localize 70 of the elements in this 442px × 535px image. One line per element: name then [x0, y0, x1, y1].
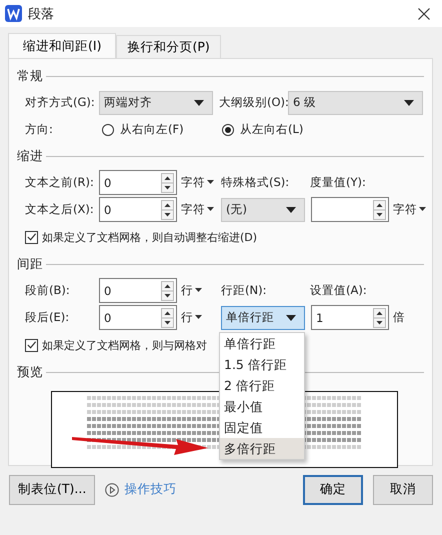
- unit-label: 倍: [392, 310, 406, 325]
- close-icon[interactable]: [418, 8, 430, 20]
- caret-icon: [207, 180, 214, 185]
- tab[interactable]: 缩进和间距(I): [8, 33, 116, 58]
- number-field[interactable]: [311, 197, 389, 222]
- field-label: 度量值(Y):: [310, 175, 366, 190]
- spinner-arrows-icon[interactable]: [161, 200, 174, 220]
- radio-button[interactable]: [102, 124, 114, 136]
- ok-button[interactable]: 确定: [303, 474, 363, 504]
- field-label: 段前(B):: [25, 283, 71, 298]
- outline-level-select[interactable]: 6 级: [288, 90, 423, 114]
- field-label: 设置值(A):: [310, 283, 367, 298]
- dropdown-item[interactable]: 固定值: [220, 417, 304, 438]
- number-field[interactable]: 1: [311, 305, 389, 330]
- field-label: 对齐方式(G):: [25, 95, 96, 110]
- caret-icon: [207, 207, 214, 212]
- section-heading: 常规: [17, 68, 43, 84]
- field-label: 段后(E):: [25, 310, 70, 325]
- section-heading: 缩进: [17, 148, 43, 164]
- field-label: 行距(N):: [221, 283, 268, 298]
- unit-dropdown[interactable]: 字符: [389, 202, 433, 217]
- caret-icon: [194, 100, 204, 106]
- caret-icon: [195, 315, 202, 320]
- number-field[interactable]: 0: [99, 197, 177, 222]
- dropdown-item[interactable]: 2 倍行距: [220, 375, 304, 396]
- dropdown-item[interactable]: 多倍行距: [220, 438, 304, 459]
- spinner-arrows-icon[interactable]: [373, 308, 386, 328]
- number-field[interactable]: 0: [99, 170, 177, 195]
- field-label: 文本之后(X):: [25, 202, 95, 217]
- cancel-button[interactable]: 取消: [373, 474, 433, 504]
- spinner-arrows-icon[interactable]: [161, 280, 174, 300]
- special-format-select[interactable]: (无): [221, 198, 305, 222]
- alignment-select[interactable]: 两端对齐: [99, 90, 213, 114]
- caret-icon: [286, 314, 296, 320]
- section-heading: 预览: [17, 364, 43, 380]
- checkbox-label: 如果定义了文档网格，则与网格对: [42, 338, 207, 352]
- number-field[interactable]: 0: [99, 305, 177, 330]
- section-heading: 间距: [17, 256, 43, 272]
- spinner-arrows-icon[interactable]: [161, 308, 174, 328]
- unit-dropdown[interactable]: 行: [177, 283, 221, 298]
- caret-icon: [195, 288, 202, 293]
- tips-link[interactable]: 操作技巧: [124, 481, 176, 498]
- radio-label: 从左向右(L): [240, 122, 304, 137]
- play-icon[interactable]: [105, 482, 120, 496]
- tab[interactable]: 换行和分页(P): [116, 35, 221, 58]
- window-title: 段落: [28, 6, 55, 22]
- field-label: 大纲级别(O):: [219, 95, 288, 110]
- line-spacing-select[interactable]: 单倍行距: [221, 306, 305, 330]
- unit-dropdown[interactable]: 字符: [177, 202, 221, 217]
- dropdown-item[interactable]: 1.5 倍行距: [220, 354, 304, 375]
- radio-label: 从右向左(F): [120, 122, 184, 137]
- field-label: 特殊格式(S):: [221, 175, 290, 190]
- unit-dropdown[interactable]: 字符: [177, 175, 221, 190]
- checkbox-label: 如果定义了文档网格，则自动调整右缩进(D): [42, 230, 258, 244]
- caret-icon: [286, 206, 296, 212]
- checkbox[interactable]: [25, 338, 38, 352]
- dropdown-item[interactable]: 最小值: [220, 396, 304, 417]
- field-label: 方向:: [25, 122, 54, 137]
- spinner-arrows-icon[interactable]: [373, 200, 386, 220]
- field-label: 文本之前(R):: [25, 175, 95, 190]
- tab-stops-button[interactable]: 制表位(T)...: [9, 474, 96, 504]
- checkbox[interactable]: [25, 230, 38, 244]
- caret-icon: [404, 100, 414, 106]
- app-logo-icon: [5, 5, 22, 22]
- radio-button[interactable]: [222, 124, 234, 136]
- dropdown-item[interactable]: 单倍行距: [220, 333, 304, 354]
- unit-dropdown[interactable]: 行: [177, 310, 221, 325]
- caret-icon: [419, 207, 426, 212]
- spinner-arrows-icon[interactable]: [161, 172, 174, 192]
- number-field[interactable]: 0: [99, 278, 177, 303]
